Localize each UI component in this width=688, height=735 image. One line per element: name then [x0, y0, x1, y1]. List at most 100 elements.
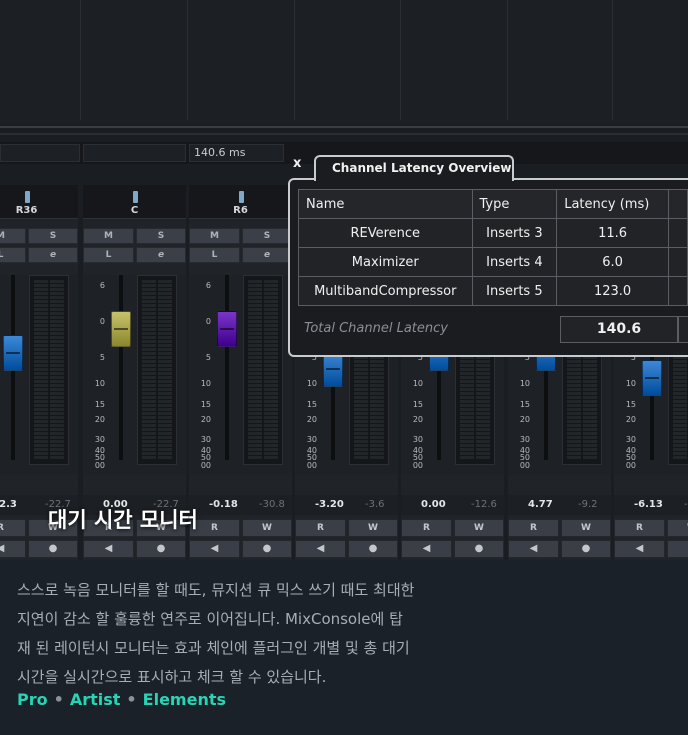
read-button[interactable]: R: [401, 519, 452, 537]
edit-button[interactable]: e: [28, 247, 78, 263]
listen-button[interactable]: L: [83, 247, 134, 263]
channel-name-box[interactable]: R6: [189, 185, 292, 219]
peak-value: -12.6: [471, 499, 497, 510]
volume-fader[interactable]: [3, 335, 23, 371]
column-header-type[interactable]: Type: [471, 189, 558, 219]
speaker-icon[interactable]: ◀: [0, 540, 26, 558]
read-button[interactable]: R: [0, 519, 26, 537]
speaker-icon[interactable]: ◀: [83, 540, 134, 558]
scale-tick: 00: [200, 461, 211, 470]
edition-pro[interactable]: Pro: [17, 690, 48, 709]
scale-tick: 5: [99, 353, 105, 362]
project-grid: [0, 0, 688, 125]
column-header-name[interactable]: Name: [298, 189, 473, 219]
fader-value[interactable]: -3.20: [315, 499, 344, 510]
edition-elements[interactable]: Elements: [143, 690, 226, 709]
table-row[interactable]: MultibandCompressor Inserts 5 123.0: [298, 276, 688, 306]
column-header-latency[interactable]: Latency (ms): [556, 189, 669, 219]
listen-button[interactable]: L: [189, 247, 240, 263]
close-icon[interactable]: x: [293, 156, 301, 171]
plugin-name: REVerence: [298, 218, 473, 248]
channel-name-box[interactable]: C: [83, 185, 186, 219]
record-icon[interactable]: ●: [136, 540, 186, 558]
scale-tick: 15: [412, 400, 423, 409]
scale-tick: 20: [412, 415, 423, 424]
scale-tick: 10: [306, 379, 317, 388]
scale-tick: 10: [625, 379, 636, 388]
latency-readout: 140.6 ms: [194, 146, 246, 159]
record-icon[interactable]: ●: [28, 540, 78, 558]
speaker-icon[interactable]: ◀: [401, 540, 452, 558]
plugin-slot: Inserts 4: [471, 247, 558, 277]
fader-value[interactable]: -2.3: [0, 499, 17, 510]
speaker-icon[interactable]: ◀: [614, 540, 665, 558]
pan-indicator[interactable]: [238, 191, 244, 203]
plugin-name: MultibandCompressor: [298, 276, 473, 306]
read-button[interactable]: R: [508, 519, 559, 537]
scale-tick: 20: [306, 415, 317, 424]
edition-artist[interactable]: Artist: [70, 690, 121, 709]
scale-tick: 20: [519, 415, 530, 424]
scale-tick: 30: [306, 435, 317, 444]
record-icon[interactable]: ●: [242, 540, 292, 558]
fader-value[interactable]: -0.18: [209, 499, 238, 510]
read-button[interactable]: R: [295, 519, 346, 537]
scale-tick: 00: [625, 461, 636, 470]
pan-indicator[interactable]: [24, 191, 30, 203]
record-icon[interactable]: ●: [667, 540, 688, 558]
scale-tick: 0: [99, 317, 105, 326]
description-line: 시간을 실시간으로 표시하고 체크 할 수 있습니다.: [17, 668, 327, 686]
scale-tick: 20: [625, 415, 636, 424]
write-button[interactable]: W: [667, 519, 688, 537]
read-button[interactable]: R: [614, 519, 665, 537]
total-latency-label: Total Channel Latency: [304, 321, 448, 336]
speaker-icon[interactable]: ◀: [295, 540, 346, 558]
mute-button[interactable]: M: [189, 228, 240, 244]
total-latency-value: 140.6: [560, 316, 678, 343]
channel-name: R6: [233, 205, 248, 216]
mute-button[interactable]: M: [0, 228, 26, 244]
listen-button[interactable]: L: [0, 247, 26, 263]
record-icon[interactable]: ●: [454, 540, 504, 558]
scale-tick: 00: [306, 461, 317, 470]
edit-button[interactable]: e: [242, 247, 292, 263]
peak-value: -30.8: [259, 499, 285, 510]
scale-tick: 30: [625, 435, 636, 444]
table-row[interactable]: Maximizer Inserts 4 6.0: [298, 247, 688, 277]
plugin-slot: Inserts 5: [471, 276, 558, 306]
scale-tick: 15: [519, 400, 530, 409]
fader-value[interactable]: 0.00: [421, 499, 446, 510]
scale-tick: 30: [412, 435, 423, 444]
speaker-icon[interactable]: ◀: [189, 540, 240, 558]
solo-button[interactable]: S: [242, 228, 292, 244]
record-icon[interactable]: ●: [348, 540, 398, 558]
write-button[interactable]: W: [454, 519, 504, 537]
dialog-tab-title[interactable]: Channel Latency Overview: [314, 155, 514, 181]
volume-fader[interactable]: [642, 360, 662, 396]
scale-tick: 30: [519, 435, 530, 444]
channel-strip: R6 M S Le 6 0 5 10 15 20 30 40 50 00 -0.18 -30.8 R W ◀ ●: [189, 185, 292, 560]
write-button[interactable]: W: [348, 519, 398, 537]
solo-button[interactable]: S: [28, 228, 78, 244]
feature-description: 스스로 녹음 모니터를 할 때도, 뮤지션 큐 믹스 쓰기 때도 최대한 지연이…: [17, 576, 677, 692]
scale-tick: 15: [94, 400, 105, 409]
fader-value[interactable]: -6.13: [634, 499, 663, 510]
channel-name-box[interactable]: R36: [0, 185, 78, 219]
pan-indicator[interactable]: [132, 191, 138, 203]
latency-table: Name Type Latency (ms) REVerence Inserts…: [298, 189, 688, 306]
scale-tick: 00: [412, 461, 423, 470]
solo-button[interactable]: S: [136, 228, 186, 244]
volume-fader[interactable]: [217, 311, 237, 347]
scale-tick: 10: [94, 379, 105, 388]
fader-value[interactable]: 4.77: [528, 499, 553, 510]
speaker-icon[interactable]: ◀: [508, 540, 559, 558]
write-button[interactable]: W: [561, 519, 611, 537]
plugin-latency: 11.6: [556, 218, 669, 248]
mute-button[interactable]: M: [83, 228, 134, 244]
scale-tick: 6: [99, 281, 105, 290]
record-icon[interactable]: ●: [561, 540, 611, 558]
edit-button[interactable]: e: [136, 247, 186, 263]
volume-fader[interactable]: [111, 311, 131, 347]
write-button[interactable]: W: [242, 519, 292, 537]
table-row[interactable]: REVerence Inserts 3 11.6: [298, 218, 688, 248]
